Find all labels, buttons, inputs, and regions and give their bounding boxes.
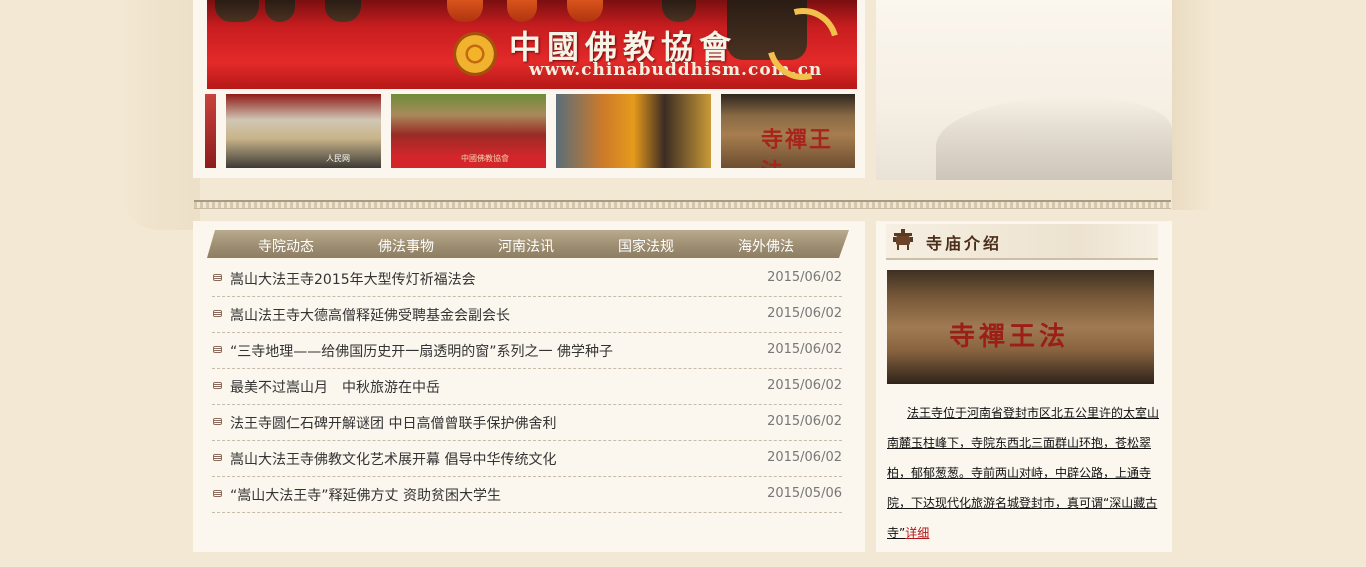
banner-main-image[interactable]: 中國佛教協會 www.chinabuddhism.com.cn xyxy=(207,0,857,89)
thumbnail-1[interactable]: 人民网 xyxy=(226,94,381,168)
news-list-item[interactable]: 最美不过嵩山月 中秋旅游在中岳 2015/06/02 xyxy=(212,368,842,405)
temple-description[interactable]: 法王寺位于河南省登封市区北五公里许的太室山南麓玉柱峰下，寺院东西北三面群山环抱，… xyxy=(887,398,1159,548)
section-divider xyxy=(194,200,1171,209)
tab-henan-news[interactable]: 河南法讯 xyxy=(471,236,581,256)
list-bullet-icon xyxy=(213,310,222,317)
news-date: 2015/06/02 xyxy=(767,450,842,465)
thumbnail-sign-text: 寺禪王法 xyxy=(761,127,834,168)
temple-description-text[interactable]: 法王寺位于河南省登封市区北五公里许的太室山南麓玉柱峰下，寺院东西北三面群山环抱，… xyxy=(887,406,1159,540)
monk-figure xyxy=(265,0,295,22)
news-date: 2015/06/02 xyxy=(767,414,842,429)
thumbnail-3[interactable] xyxy=(556,94,711,168)
news-list-item[interactable]: 嵩山大法王寺2015年大型传灯祈福法会 2015/06/02 xyxy=(212,260,842,297)
list-bullet-icon xyxy=(213,490,222,497)
monk-figure xyxy=(662,0,696,22)
monk-figure xyxy=(507,0,537,22)
news-title[interactable]: 最美不过嵩山月 中秋旅游在中岳 xyxy=(230,377,440,397)
dharma-wheel-icon xyxy=(453,32,497,76)
tab-national-regulations[interactable]: 国家法规 xyxy=(591,236,701,256)
thumbnail-caption: 人民网 xyxy=(326,154,350,163)
mountain-decoration xyxy=(936,96,1172,180)
news-list-item[interactable]: 法王寺圆仁石碑开解谜团 中日高僧曾联手保护佛舍利 2015/06/02 xyxy=(212,404,842,441)
news-list-item[interactable]: “嵩山大法王寺”释延佛方丈 资助贫困大学生 2015/05/06 xyxy=(212,476,842,513)
news-date: 2015/06/02 xyxy=(767,342,842,357)
list-bullet-icon xyxy=(213,382,222,389)
news-title[interactable]: 嵩山大法王寺佛教文化艺术展开幕 倡导中华传统文化 xyxy=(230,449,556,469)
news-date: 2015/05/06 xyxy=(767,486,842,501)
temple-image[interactable]: 寺禪王法 xyxy=(887,270,1154,384)
news-title[interactable]: 嵩山法王寺大德高僧释延佛受聘基金会副会长 xyxy=(230,305,510,325)
news-title[interactable]: “嵩山大法王寺”释延佛方丈 资助贫困大学生 xyxy=(230,485,501,505)
temple-sign-text: 寺禪王法 xyxy=(949,322,1070,352)
background-decoration-right xyxy=(1172,0,1212,210)
news-date: 2015/06/02 xyxy=(767,378,842,393)
news-title[interactable]: 法王寺圆仁石碑开解谜团 中日高僧曾联手保护佛舍利 xyxy=(230,413,556,433)
list-bullet-icon xyxy=(213,346,222,353)
monk-figure xyxy=(215,0,259,22)
thumbnail-4[interactable]: 寺禪王法 xyxy=(721,94,855,168)
news-title[interactable]: “三寺地理——给佛国历史开一扇透明的窗”系列之一 佛学种子 xyxy=(230,341,613,361)
news-list-item[interactable]: 嵩山大法王寺佛教文化艺术展开幕 倡导中华传统文化 2015/06/02 xyxy=(212,440,842,477)
news-date: 2015/06/02 xyxy=(767,306,842,321)
tab-dharma-affairs[interactable]: 佛法事物 xyxy=(351,236,461,256)
monk-figure xyxy=(325,0,361,22)
monk-figure xyxy=(447,0,483,22)
thumbnail-caption: 中國佛教協會 xyxy=(461,154,509,163)
tab-overseas-dharma[interactable]: 海外佛法 xyxy=(711,236,821,256)
detail-link[interactable]: 详细 xyxy=(905,526,929,540)
news-list-item[interactable]: “三寺地理——给佛国历史开一扇透明的窗”系列之一 佛学种子 2015/06/02 xyxy=(212,332,842,369)
news-title[interactable]: 嵩山大法王寺2015年大型传灯祈福法会 xyxy=(230,269,476,289)
right-top-panel xyxy=(876,0,1172,180)
incense-censer-icon xyxy=(893,229,913,250)
thumbnail-partial[interactable] xyxy=(205,94,216,168)
tab-temple-news[interactable]: 寺院动态 xyxy=(231,236,341,256)
monk-figure xyxy=(567,0,603,22)
news-date: 2015/06/02 xyxy=(767,270,842,285)
thumbnail-2[interactable]: 中國佛教協會 xyxy=(391,94,546,168)
news-list-item[interactable]: 嵩山法王寺大德高僧释延佛受聘基金会副会长 2015/06/02 xyxy=(212,296,842,333)
list-bullet-icon xyxy=(213,418,222,425)
background-decoration-left xyxy=(120,0,200,230)
temple-section-title: 寺庙介绍 xyxy=(926,234,1003,253)
list-bullet-icon xyxy=(213,274,222,281)
list-bullet-icon xyxy=(213,454,222,461)
